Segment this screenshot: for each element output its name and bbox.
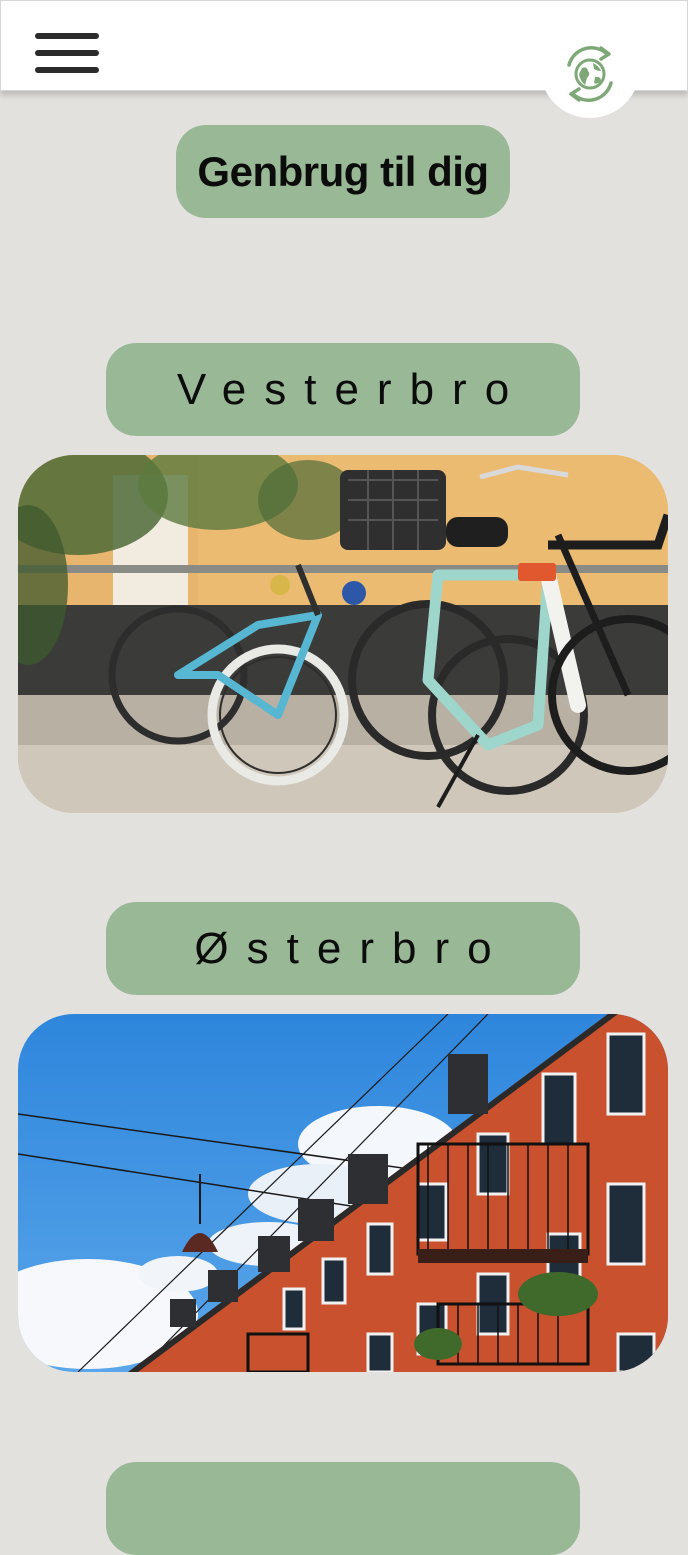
area-button-vesterbro[interactable]: Vesterbro [106, 343, 580, 436]
vesterbro-photo[interactable] [18, 455, 668, 813]
hamburger-menu-icon[interactable] [35, 29, 99, 77]
recycle-globe-logo-icon [567, 46, 613, 102]
area-button-next[interactable] [106, 1462, 580, 1555]
page-title: Genbrug til dig [176, 125, 510, 218]
logo-badge[interactable] [540, 6, 640, 118]
osterbro-photo[interactable] [18, 1014, 668, 1372]
area-button-osterbro[interactable]: Østerbro [106, 902, 580, 995]
